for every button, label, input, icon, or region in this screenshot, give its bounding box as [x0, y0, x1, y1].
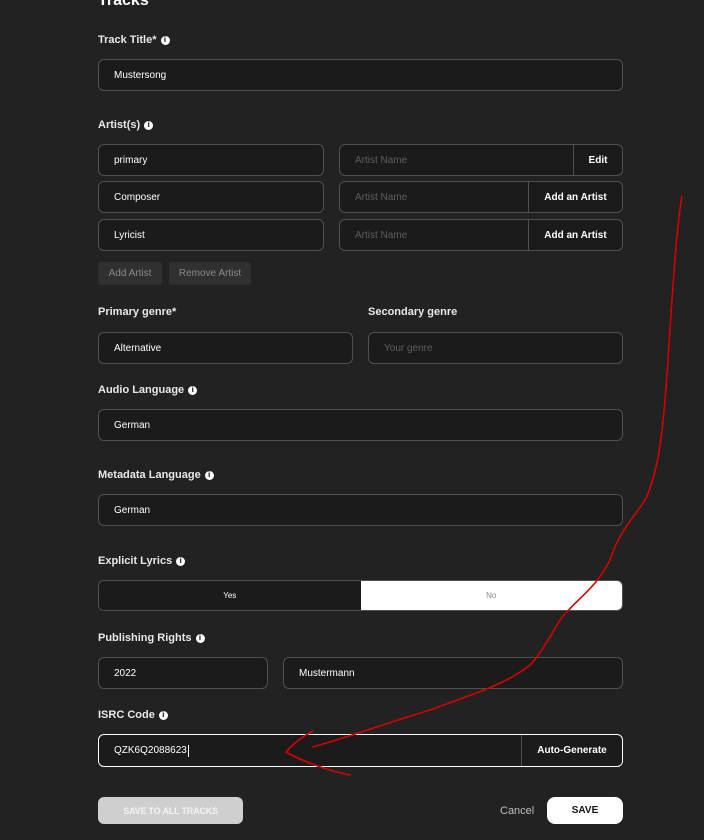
- page-title: Tracks: [98, 0, 149, 9]
- isrc-code-label: ISRC Code i: [98, 708, 168, 722]
- secondary-genre-input[interactable]: Your genre: [368, 332, 623, 364]
- info-icon[interactable]: i: [188, 385, 198, 395]
- artist-role-select-lyricist[interactable]: Lyricist: [98, 219, 324, 251]
- remove-artist-button[interactable]: Remove Artist: [169, 262, 251, 285]
- edit-artist-button[interactable]: Edit: [573, 145, 622, 175]
- artist-name-field-primary: Artist Name Edit: [339, 144, 623, 176]
- add-an-artist-button[interactable]: Add an Artist: [528, 220, 622, 250]
- save-to-all-tracks-button[interactable]: SAVE TO ALL TRACKS: [98, 797, 243, 824]
- save-button[interactable]: SAVE: [547, 797, 623, 824]
- metadata-language-select[interactable]: German: [98, 494, 623, 526]
- isrc-value: QZK6Q2088623: [114, 745, 187, 756]
- track-title-input[interactable]: Mustersong: [98, 59, 623, 91]
- artist-name-field-composer: Artist Name Add an Artist: [339, 181, 623, 213]
- artist-name-field-lyricist: Artist Name Add an Artist: [339, 219, 623, 251]
- add-artist-button[interactable]: Add Artist: [98, 262, 162, 285]
- info-icon[interactable]: i: [195, 633, 205, 643]
- cancel-link[interactable]: Cancel: [500, 805, 534, 817]
- track-title-label: Track Title* i: [98, 33, 170, 47]
- explicit-lyrics-label: Explicit Lyrics i: [98, 554, 186, 568]
- artist-name-input[interactable]: Artist Name: [340, 145, 573, 175]
- explicit-no-option[interactable]: No: [360, 581, 622, 610]
- secondary-genre-label-text: Secondary genre: [368, 306, 458, 318]
- artists-label: Artist(s) i: [98, 118, 154, 132]
- publishing-owner-input[interactable]: Mustermann: [283, 657, 623, 689]
- metadata-language-label-text: Metadata Language: [98, 469, 201, 481]
- track-title-label-text: Track Title*: [98, 34, 157, 46]
- artist-name-input[interactable]: Artist Name: [340, 220, 528, 250]
- info-icon[interactable]: i: [158, 710, 168, 720]
- secondary-genre-label: Secondary genre: [368, 305, 457, 319]
- isrc-input[interactable]: QZK6Q2088623: [99, 735, 521, 766]
- audio-language-select[interactable]: German: [98, 409, 623, 441]
- info-icon[interactable]: i: [204, 470, 214, 480]
- audio-language-label-text: Audio Language: [98, 384, 185, 396]
- artist-role-select-composer[interactable]: Composer: [98, 181, 324, 213]
- publishing-year-input[interactable]: 2022: [98, 657, 268, 689]
- explicit-lyrics-label-text: Explicit Lyrics: [98, 555, 173, 567]
- artist-role-select-primary[interactable]: primary: [98, 144, 324, 176]
- add-an-artist-button[interactable]: Add an Artist: [528, 182, 622, 212]
- publishing-rights-label-text: Publishing Rights: [98, 632, 192, 644]
- explicit-lyrics-toggle: Yes No: [98, 580, 623, 611]
- artist-name-input[interactable]: Artist Name: [340, 182, 528, 212]
- auto-generate-button[interactable]: Auto-Generate: [521, 735, 622, 766]
- info-icon[interactable]: i: [144, 120, 154, 130]
- explicit-yes-option[interactable]: Yes: [99, 581, 361, 610]
- publishing-rights-label: Publishing Rights i: [98, 631, 205, 645]
- primary-genre-label-text: Primary genre*: [98, 306, 177, 318]
- text-caret: [187, 744, 189, 757]
- info-icon[interactable]: i: [160, 35, 170, 45]
- metadata-language-label: Metadata Language i: [98, 468, 214, 482]
- isrc-field: QZK6Q2088623 Auto-Generate: [98, 734, 623, 767]
- isrc-code-label-text: ISRC Code: [98, 709, 155, 721]
- audio-language-label: Audio Language i: [98, 383, 198, 397]
- primary-genre-label: Primary genre*: [98, 305, 176, 319]
- info-icon[interactable]: i: [176, 556, 186, 566]
- primary-genre-select[interactable]: Alternative: [98, 332, 353, 364]
- artists-label-text: Artist(s): [98, 119, 141, 131]
